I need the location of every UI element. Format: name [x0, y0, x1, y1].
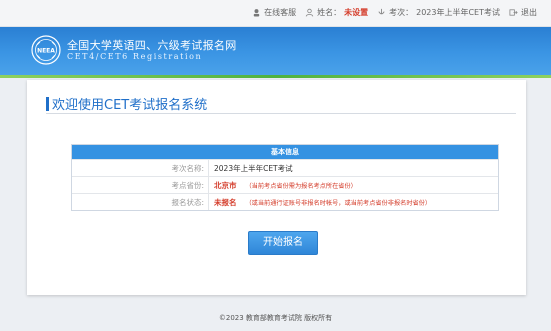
user-name-label: 姓名： — [317, 8, 342, 17]
site-subtitle: CET4/CET6 Registration — [67, 52, 203, 61]
heading-marker — [46, 96, 49, 111]
exam-session-label: 考次： — [389, 8, 414, 17]
info-value: 未报名 — [214, 197, 237, 207]
info-note: （或当前通行证账号非报名时帐号，或当前考点省份非报名时省份） — [245, 199, 432, 207]
basic-info-heading: 基本信息 — [72, 145, 498, 159]
site-header: NEEA 全国大学英语四、六级考试报名网 CET4/CET6 Registrat… — [0, 27, 551, 75]
top-bar-items: 在线客服 姓名： 未设置 考次： 2023年上半年CET考试 退出 — [252, 7, 537, 18]
exam-session-info: 考次： 2023年上半年CET考试 — [377, 7, 500, 18]
info-value: 北京市 — [214, 180, 237, 190]
user-name-value[interactable]: 未设置 — [344, 7, 368, 18]
online-help-link[interactable]: 在线客服 — [252, 7, 296, 18]
basic-info-table: 基本信息 考次名称: 2023年上半年CET考试 考点省份: 北京市 （当前考点… — [71, 144, 499, 211]
logout-label: 退出 — [521, 8, 537, 17]
neea-logo-icon: NEEA — [31, 35, 61, 65]
online-help-label: 在线客服 — [264, 8, 297, 17]
exam-session-value: 2023年上半年CET考试 — [416, 8, 500, 17]
logout-link[interactable]: 退出 — [509, 7, 537, 18]
user-name-info: 姓名： 未设置 — [305, 7, 368, 18]
site-title: 全国大学英语四、六级考试报名网 — [67, 39, 237, 52]
header-accent-strip — [0, 75, 551, 78]
footer-copyright: ©2023 教育部教育考试院 版权所有 — [218, 314, 333, 322]
exam-icon — [378, 8, 385, 15]
customer-service-icon — [253, 9, 260, 17]
main-panel: 欢迎使用CET考试报名系统 基本信息 考次名称: 2023年上半年CET考试 考… — [27, 80, 526, 295]
logo-lettering: NEEA — [37, 48, 55, 55]
info-row-province: 考点省份: 北京市 （当前考点省份需为报名考点所在省份） — [72, 176, 498, 193]
start-registration-button[interactable]: 开始报名 — [248, 231, 318, 255]
user-icon — [305, 8, 314, 17]
logout-icon — [509, 9, 518, 16]
welcome-heading: 欢迎使用CET考试报名系统 — [46, 94, 207, 113]
heading-divider — [46, 113, 516, 114]
top-bar: 在线客服 姓名： 未设置 考次： 2023年上半年CET考试 退出 — [0, 0, 551, 27]
info-row-status: 报名状态: 未报名 （或当前通行证账号非报名时帐号，或当前考点省份非报名时省份） — [72, 193, 498, 210]
info-row-exam-name: 考次名称: 2023年上半年CET考试 — [72, 159, 498, 176]
info-note: （当前考点省份需为报名考点所在省份） — [245, 182, 357, 190]
welcome-title: 欢迎使用CET考试报名系统 — [52, 98, 208, 113]
info-label: 报名状态: — [72, 194, 209, 210]
info-label: 考次名称: — [72, 160, 209, 176]
info-label: 考点省份: — [72, 177, 209, 193]
info-value: 2023年上半年CET考试 — [214, 163, 293, 173]
